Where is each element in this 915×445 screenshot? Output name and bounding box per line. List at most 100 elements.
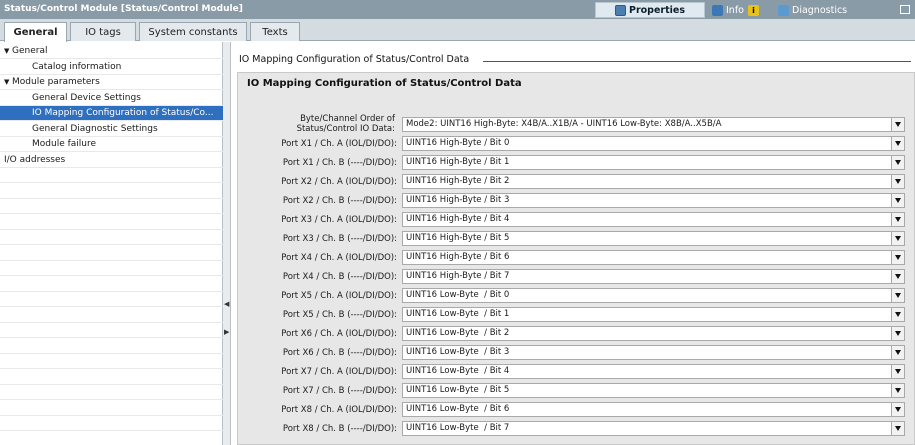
tree-item-label: General Device Settings (32, 92, 141, 103)
tree-item[interactable]: General Diagnostic Settings (0, 122, 223, 137)
byte-order-value: Mode2: UINT16 High-Byte: X4B/A..X1B/A - … (406, 119, 722, 129)
dropdown-arrow-icon[interactable] (891, 137, 904, 150)
tree-empty-row (0, 370, 223, 385)
dropdown-arrow-icon[interactable] (891, 384, 904, 397)
tree-empty-row (0, 261, 223, 276)
tab-texts-label: Texts (262, 26, 288, 38)
tab-general-label: General (13, 27, 58, 38)
byte-order-select[interactable]: Mode2: UINT16 High-Byte: X4B/A..X1B/A - … (402, 117, 905, 132)
tree-empty-row (0, 385, 223, 400)
port-mapping-select[interactable]: UINT16 Low-Byte / Bit 4 (402, 364, 905, 379)
dropdown-arrow-icon[interactable] (891, 422, 904, 435)
dropdown-arrow-icon[interactable] (891, 251, 904, 264)
port-mapping-value: UINT16 High-Byte / Bit 1 (406, 157, 510, 167)
tree-item[interactable]: General Device Settings (0, 91, 223, 106)
tree-empty-row (0, 292, 223, 307)
port-mapping-select[interactable]: UINT16 Low-Byte / Bit 7 (402, 421, 905, 436)
port-mapping-value: UINT16 Low-Byte / Bit 4 (406, 366, 510, 376)
port-mapping-row: Port X2 / Ch. A (IOL/DI/DO): UINT16 High-… (238, 174, 915, 191)
port-label: Port X1 / Ch. A (IOL/DI/DO): (281, 139, 397, 149)
info-tab-label: Info (726, 4, 744, 16)
port-mapping-value: UINT16 High-Byte / Bit 5 (406, 233, 510, 243)
tree-item[interactable]: Catalog information (0, 60, 223, 75)
section-title: IO Mapping Configuration of Status/Contr… (247, 78, 522, 89)
tree-empty-row (0, 168, 223, 183)
tab-system-constants[interactable]: System constants (139, 22, 247, 41)
port-mapping-select[interactable]: UINT16 Low-Byte / Bit 3 (402, 345, 905, 360)
properties-tab-label: Properties (629, 4, 685, 16)
properties-icon (615, 4, 626, 16)
dropdown-arrow-icon[interactable] (891, 232, 904, 245)
window-layout-icon[interactable] (900, 5, 910, 14)
port-mapping-select[interactable]: UINT16 High-Byte / Bit 6 (402, 250, 905, 265)
port-label: Port X6 / Ch. A (IOL/DI/DO): (281, 329, 397, 339)
tab-strip: General IO tags System constants Texts (0, 19, 915, 42)
port-mapping-value: UINT16 Low-Byte / Bit 1 (406, 309, 510, 319)
port-mapping-select[interactable]: UINT16 High-Byte / Bit 0 (402, 136, 905, 151)
dropdown-arrow-icon[interactable] (891, 213, 904, 226)
port-label: Port X3 / Ch. B (----/DI/DO): (282, 234, 397, 244)
port-mapping-select[interactable]: UINT16 High-Byte / Bit 5 (402, 231, 905, 246)
port-mapping-value: UINT16 High-Byte / Bit 2 (406, 176, 510, 186)
collapse-arrow-icon[interactable]: ◀ (224, 300, 229, 308)
tree-empty-row (0, 401, 223, 416)
port-mapping-select[interactable]: UINT16 High-Byte / Bit 3 (402, 193, 905, 208)
port-mapping-select[interactable]: UINT16 High-Byte / Bit 1 (402, 155, 905, 170)
tab-general[interactable]: General (4, 22, 67, 42)
port-mapping-select[interactable]: UINT16 High-Byte / Bit 2 (402, 174, 905, 189)
port-label: Port X7 / Ch. B (----/DI/DO): (282, 386, 397, 396)
properties-tab[interactable]: Properties (595, 2, 705, 18)
byte-order-label-line1: Byte/Channel Order of (300, 114, 395, 124)
tree-item[interactable]: IO Mapping Configuration of Status/Co... (0, 106, 223, 121)
tree-item[interactable]: Module failure (0, 137, 223, 152)
dropdown-arrow-icon[interactable] (891, 365, 904, 378)
tree-item[interactable]: I/O addresses (0, 153, 223, 168)
dropdown-arrow-icon[interactable] (891, 403, 904, 416)
tree-empty-row (0, 215, 223, 230)
tree-item-label: Module failure (32, 139, 97, 149)
diagnostics-tab-label: Diagnostics (792, 4, 848, 16)
port-mapping-select[interactable]: UINT16 Low-Byte / Bit 0 (402, 288, 905, 303)
port-mapping-row: Port X8 / Ch. B (----/DI/DO): UINT16 Low-… (238, 421, 915, 438)
port-mapping-select[interactable]: UINT16 High-Byte / Bit 7 (402, 269, 905, 284)
port-mapping-select[interactable]: UINT16 Low-Byte / Bit 5 (402, 383, 905, 398)
diagnostics-tab[interactable]: Diagnostics (778, 2, 847, 18)
port-label: Port X2 / Ch. A (IOL/DI/DO): (281, 177, 397, 187)
io-mapping-section: IO Mapping Configuration of Status/Contr… (237, 72, 915, 445)
tree-item-label: General Diagnostic Settings (32, 123, 158, 134)
panel-splitter[interactable]: ◀ ▶ (223, 42, 231, 445)
dropdown-arrow-icon[interactable] (891, 289, 904, 302)
dropdown-arrow-icon[interactable] (891, 327, 904, 340)
tree-item[interactable]: ▼ Module parameters (0, 75, 223, 90)
port-label: Port X4 / Ch. B (----/DI/DO): (282, 272, 397, 282)
info-tab[interactable]: Info i (712, 2, 762, 18)
port-label: Port X8 / Ch. B (----/DI/DO): (282, 424, 397, 434)
dropdown-arrow-icon[interactable] (891, 175, 904, 188)
tree-item[interactable]: ▼ General (0, 44, 223, 59)
port-mapping-row: Port X7 / Ch. A (IOL/DI/DO): UINT16 Low-B… (238, 364, 915, 381)
port-mapping-select[interactable]: UINT16 Low-Byte / Bit 2 (402, 326, 905, 341)
port-mapping-value: UINT16 Low-Byte / Bit 5 (406, 385, 510, 395)
port-mapping-select[interactable]: UINT16 High-Byte / Bit 4 (402, 212, 905, 227)
dropdown-arrow-icon[interactable] (891, 308, 904, 321)
tab-io-tags[interactable]: IO tags (70, 22, 136, 41)
port-mapping-row: Port X8 / Ch. A (IOL/DI/DO): UINT16 Low-B… (238, 402, 915, 419)
dropdown-arrow-icon[interactable] (891, 346, 904, 359)
port-mapping-select[interactable]: UINT16 Low-Byte / Bit 1 (402, 307, 905, 322)
tree-item-label: General (12, 46, 48, 56)
dropdown-arrow-icon[interactable] (891, 156, 904, 169)
expand-triangle-icon[interactable]: ▼ (4, 44, 12, 58)
dropdown-arrow-icon[interactable] (891, 118, 904, 131)
expand-arrow-icon[interactable]: ▶ (224, 328, 229, 336)
dropdown-arrow-icon[interactable] (891, 270, 904, 283)
port-mapping-select[interactable]: UINT16 Low-Byte / Bit 6 (402, 402, 905, 417)
breadcrumb: IO Mapping Configuration of Status/Contr… (239, 54, 470, 65)
tree-empty-row (0, 277, 223, 292)
expand-triangle-icon[interactable]: ▼ (4, 75, 12, 89)
port-mapping-value: UINT16 Low-Byte / Bit 3 (406, 347, 510, 357)
tab-texts[interactable]: Texts (250, 22, 300, 41)
port-mapping-row: Port X5 / Ch. B (----/DI/DO): UINT16 Low-… (238, 307, 915, 324)
dropdown-arrow-icon[interactable] (891, 194, 904, 207)
tree-empty-row (0, 339, 223, 354)
tree-empty-row (0, 246, 223, 261)
